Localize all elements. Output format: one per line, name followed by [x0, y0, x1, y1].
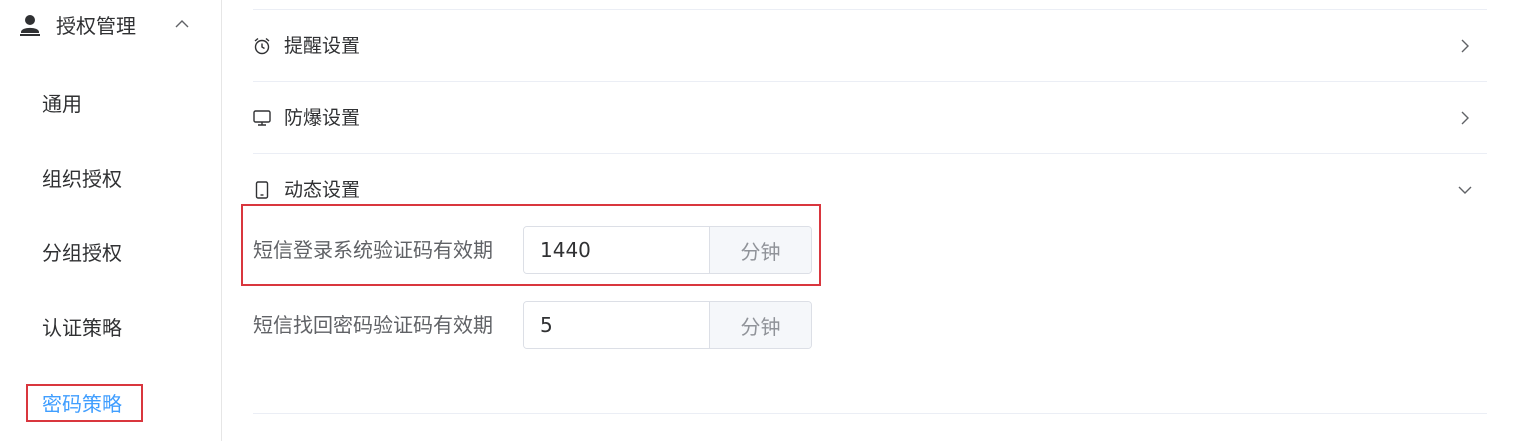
sidebar-item-label: 组织授权	[42, 167, 122, 191]
field-label: 短信找回密码验证码有效期	[253, 313, 493, 337]
sidebar-item-org-authorization[interactable]: 组织授权	[0, 159, 221, 199]
panel-label: 动态设置	[284, 179, 361, 201]
panel-label: 提醒设置	[284, 35, 361, 57]
menu-group-label: 授权管理	[56, 14, 136, 38]
sidebar-item-label: 认证策略	[42, 316, 122, 340]
chevron-down-icon	[1458, 186, 1472, 194]
mobile-phone-icon	[255, 181, 269, 199]
sidebar-item-general[interactable]: 通用	[0, 84, 221, 124]
sms-login-code-validity-group: 分钟	[523, 226, 812, 274]
chevron-right-icon	[1461, 111, 1469, 125]
menu-group-authorization[interactable]: 授权管理	[0, 0, 221, 54]
chevron-right-icon	[1461, 39, 1469, 53]
field-label: 短信登录系统验证码有效期	[253, 238, 493, 262]
sidebar-item-password-policy[interactable]: 密码策略	[0, 384, 221, 424]
monitor-icon	[253, 110, 271, 126]
panel-label: 防爆设置	[284, 107, 361, 129]
unit-label: 分钟	[709, 227, 811, 273]
main-content: 提醒设置 防爆设置 动态设置 短信登录系统验证码有效期 1440 分钟 短信找回…	[222, 0, 1528, 441]
divider	[253, 413, 1487, 414]
panel-anti-brute-force-settings[interactable]: 防爆设置	[253, 82, 1487, 152]
sms-login-code-validity-input[interactable]	[524, 227, 709, 273]
sidebar-item-label: 分组授权	[42, 241, 122, 265]
sms-password-recovery-code-validity-row: 短信找回密码验证码有效期 分钟	[253, 301, 813, 349]
sidebar-item-label: 密码策略	[42, 392, 122, 416]
sidebar-item-label: 通用	[42, 92, 82, 116]
panel-reminder-settings[interactable]: 提醒设置	[253, 10, 1487, 80]
sms-password-recovery-code-validity-input[interactable]	[524, 302, 709, 348]
panel-dynamic-settings[interactable]: 动态设置	[253, 154, 1487, 224]
alarm-clock-icon	[254, 37, 270, 55]
sidebar-item-group-authorization[interactable]: 分组授权	[0, 233, 221, 273]
chevron-up-icon[interactable]	[174, 16, 190, 32]
sms-login-code-validity-row: 短信登录系统验证码有效期 分钟	[253, 226, 813, 274]
sms-password-recovery-code-validity-group: 分钟	[523, 301, 812, 349]
sidebar: 授权管理 通用 组织授权 分组授权 认证策略 密码策略	[0, 0, 222, 441]
user-icon	[20, 15, 40, 36]
app: 授权管理 通用 组织授权 分组授权 认证策略 密码策略 提醒设置 防爆设置 动态…	[0, 0, 1528, 441]
unit-label: 分钟	[709, 302, 811, 348]
sidebar-item-auth-policy[interactable]: 认证策略	[0, 308, 221, 348]
